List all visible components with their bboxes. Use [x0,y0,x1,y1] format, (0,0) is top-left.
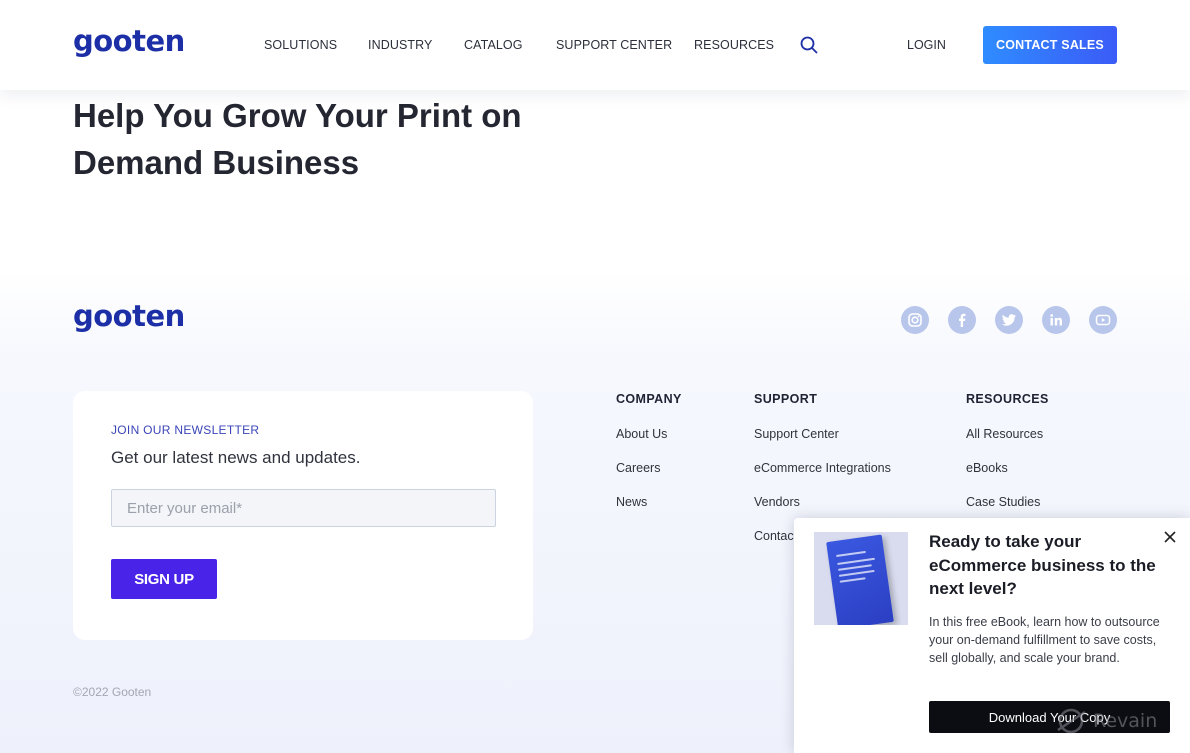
ebook-cover-image [814,532,908,625]
watermark-text: Revain [1093,710,1158,732]
gooten-logo[interactable]: gooten [73,24,185,58]
linkedin-icon[interactable] [1042,306,1070,334]
hero-title: Help You Grow Your Print on Demand Busin… [73,97,522,181]
revain-logo-icon [1057,708,1086,734]
email-field[interactable] [111,489,496,527]
footer-link-all-resources[interactable]: All Resources [966,427,1043,441]
footer-link-about[interactable]: About Us [616,427,667,441]
support-heading: SUPPORT [754,392,818,406]
nav-solutions[interactable]: SOLUTIONS [264,38,337,52]
resources-heading: RESOURCES [966,392,1049,406]
instagram-icon[interactable] [901,306,929,334]
footer-link-support-center[interactable]: Support Center [754,427,839,441]
footer-link-vendors[interactable]: Vendors [754,495,800,509]
newsletter-card: JOIN OUR NEWSLETTER Get our latest news … [73,391,533,640]
signup-button[interactable]: SIGN UP [111,559,217,599]
footer-link-case-studies[interactable]: Case Studies [966,495,1040,509]
footer-link-ebooks[interactable]: eBooks [966,461,1008,475]
site-header: gooten SOLUTIONS INDUSTRY CATALOG SUPPOR… [0,0,1190,90]
popup-title: Ready to take your eCommerce business to… [929,532,1156,598]
nav-resources[interactable]: RESOURCES [694,38,774,52]
footer-link-ecommerce-integrations[interactable]: eCommerce Integrations [754,461,891,475]
close-icon[interactable] [1163,530,1177,544]
login-link[interactable]: LOGIN [907,38,946,52]
nav-catalog[interactable]: CATALOG [464,38,523,52]
nav-industry[interactable]: INDUSTRY [368,38,432,52]
footer-link-careers[interactable]: Careers [616,461,660,475]
twitter-icon[interactable] [995,306,1023,334]
nav-support-center[interactable]: SUPPORT CENTER [556,38,672,52]
company-heading: COMPANY [616,392,682,406]
facebook-icon[interactable] [948,306,976,334]
popup-body: In this free eBook, learn how to outsour… [929,615,1160,665]
search-icon[interactable] [800,36,818,54]
youtube-icon[interactable] [1089,306,1117,334]
copyright: ©2022 Gooten [73,685,152,699]
footer-link-contact[interactable]: Contac [754,529,794,543]
newsletter-text: Get our latest news and updates. [111,448,361,467]
footer-logo[interactable]: gooten [73,299,185,333]
footer-link-news[interactable]: News [616,495,647,509]
contact-sales-button[interactable]: CONTACT SALES [983,26,1117,64]
newsletter-kicker: JOIN OUR NEWSLETTER [111,423,260,437]
revain-watermark: Revain [1055,706,1157,736]
